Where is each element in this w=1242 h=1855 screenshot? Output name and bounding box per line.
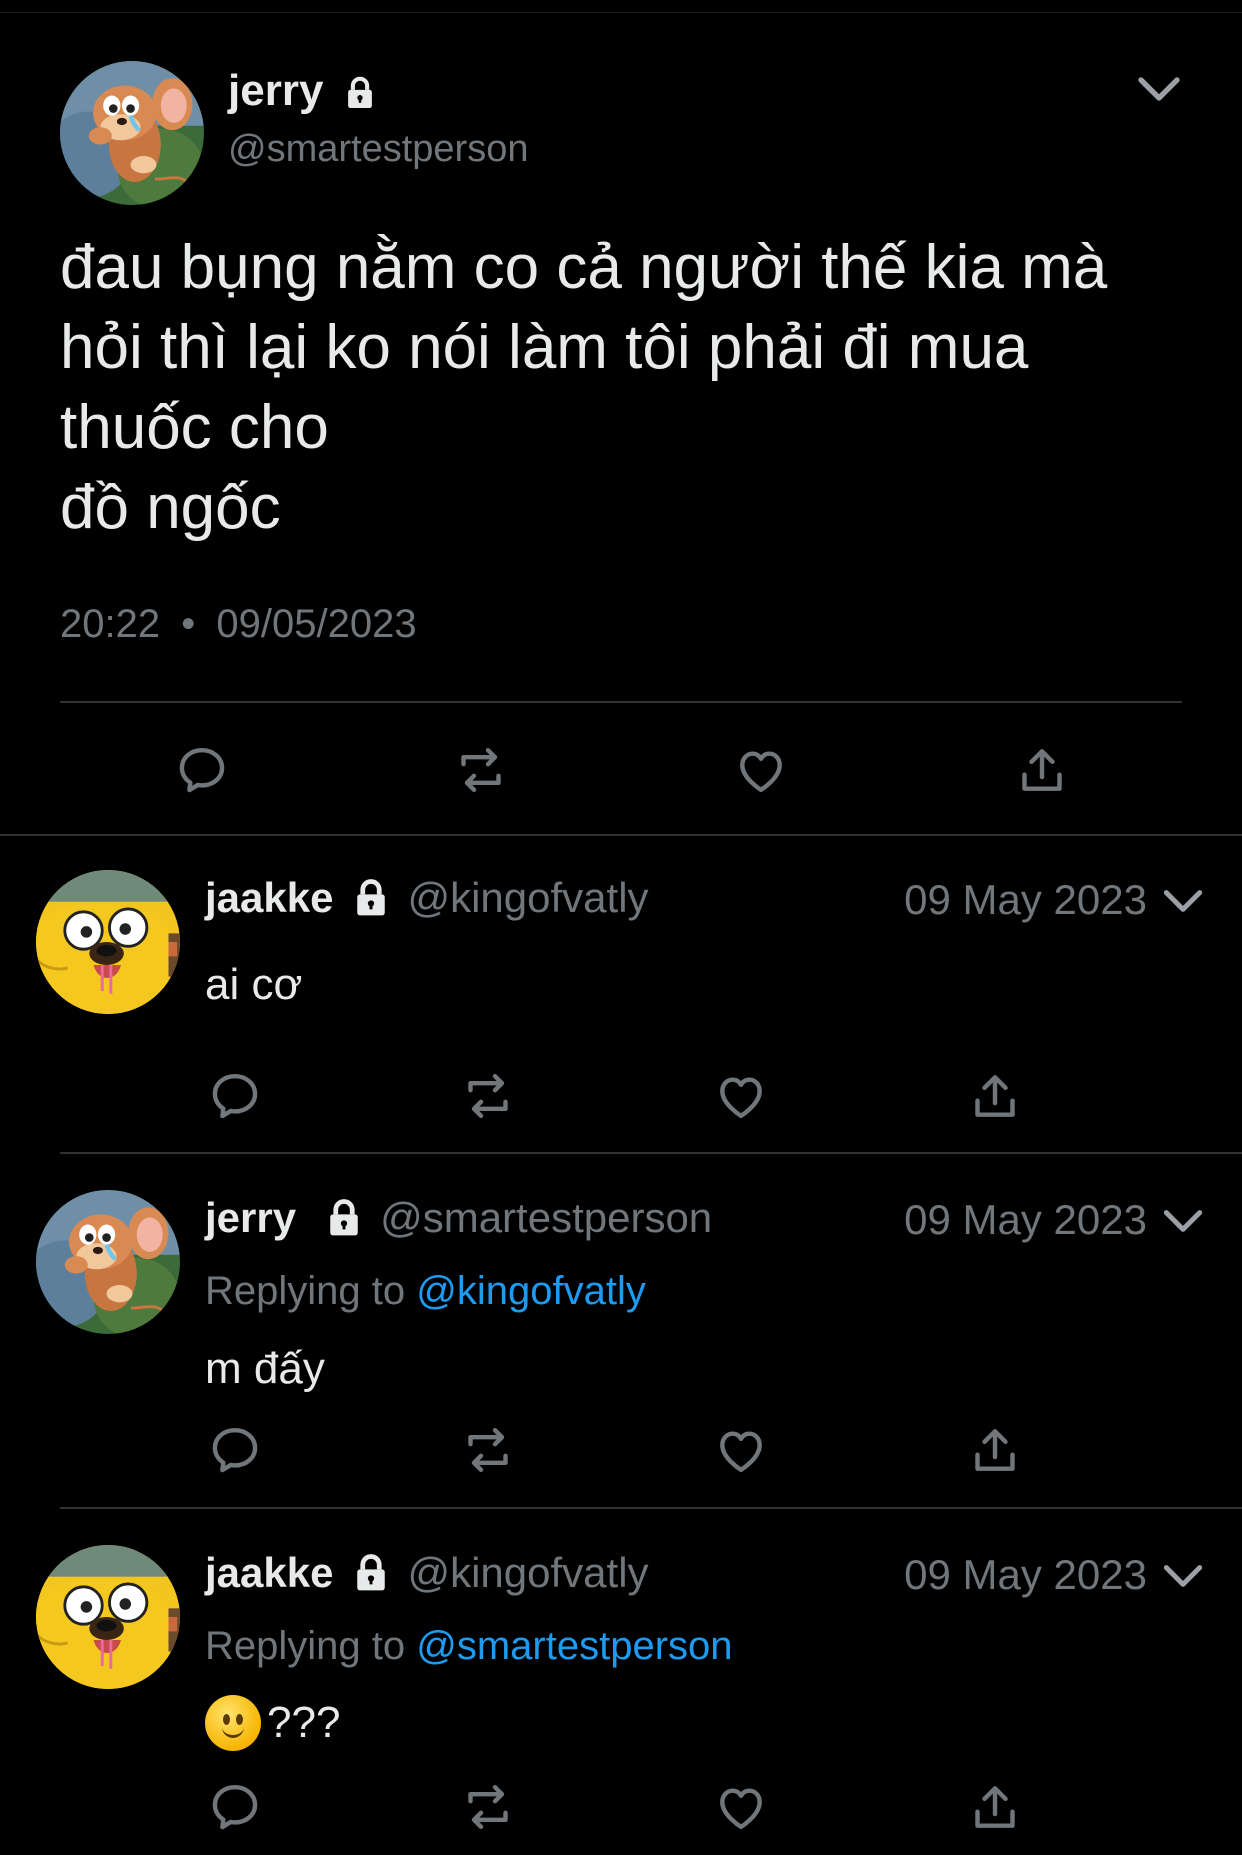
tweet-date: 09/05/2023 [216,602,417,646]
chevron-down-icon[interactable] [1158,876,1208,931]
divider [60,701,1182,703]
avatar[interactable] [36,870,180,1014]
lock-icon [349,1551,393,1595]
reply-text-content: ??? [267,1698,341,1747]
replying-to: Replying to @kingofvatly [205,1269,646,1314]
mention-link[interactable]: @kingofvatly [416,1269,646,1313]
replying-to: Replying to @smartestperson [205,1624,733,1669]
reply-text: ai cơ [205,960,303,1009]
replying-to-label: Replying to [205,1269,406,1313]
lock-icon [341,74,379,112]
reply-date[interactable]: 09 May 2023 [904,1196,1147,1244]
reply-header: jaakke @kingofvatly [205,874,649,922]
reply-tweet[interactable]: jaakke @kingofvatly 09 May 2023 ai cơ [0,834,1242,1154]
author-row: jerry [228,66,379,116]
reply-header: jaakke @kingofvatly [205,1549,649,1597]
reply-icon[interactable] [205,1777,265,1837]
heart-icon[interactable] [711,1777,771,1837]
retweet-icon[interactable] [458,1420,518,1480]
reply-actions [0,1420,1242,1480]
reply-text: ??? [205,1695,340,1751]
replying-to-label: Replying to [205,1624,406,1668]
heart-icon[interactable] [711,1420,771,1480]
slightly-smiling-face-icon [205,1695,261,1751]
author-handle[interactable]: @kingofvatly [407,1549,648,1597]
author-name[interactable]: jaakke [205,1549,333,1597]
share-icon[interactable] [965,1777,1025,1837]
lock-icon [322,1196,366,1240]
author-name[interactable]: jaakke [205,874,333,922]
share-icon[interactable] [965,1066,1025,1126]
reply-icon[interactable] [172,740,232,800]
author-handle[interactable]: @smartestperson [228,128,528,171]
reply-text: m đấy [205,1344,325,1393]
lock-icon [349,876,393,920]
reply-header: jerry @smartestperson [205,1194,712,1242]
reply-date[interactable]: 09 May 2023 [904,1551,1147,1599]
reply-actions [0,1066,1242,1126]
reply-tweet[interactable]: jaakke @kingofvatly 09 May 2023 Replying… [0,1509,1242,1855]
tweet-text: đau bụng nằm co cả người thế kia mà hỏi … [60,233,1108,542]
reply-date[interactable]: 09 May 2023 [904,876,1147,924]
author-handle[interactable]: @kingofvatly [407,874,648,922]
author-name[interactable]: jerry [228,66,323,116]
reply-icon[interactable] [205,1420,265,1480]
chevron-down-icon[interactable] [1132,62,1186,121]
author-handle[interactable]: @smartestperson [380,1194,712,1242]
timestamp-separator: • [181,602,196,646]
avatar[interactable] [36,1545,180,1689]
tweet-time: 20:22 [60,602,161,646]
avatar[interactable] [36,1190,180,1334]
tweet-actions [0,740,1242,800]
retweet-icon[interactable] [458,1777,518,1837]
chevron-down-icon[interactable] [1158,1196,1208,1251]
share-icon[interactable] [965,1420,1025,1480]
reply-tweet[interactable]: jerry @smartestperson 09 May 2023 Replyi… [0,1154,1242,1509]
reply-actions [0,1777,1242,1837]
share-icon[interactable] [1012,740,1072,800]
retweet-icon[interactable] [458,1066,518,1126]
author-name[interactable]: jerry [205,1194,296,1242]
main-tweet: jerry @smartestperson đau bụng nằm co cả… [0,0,1242,834]
chevron-down-icon[interactable] [1158,1551,1208,1606]
avatar[interactable] [60,61,204,205]
heart-icon[interactable] [731,740,791,800]
retweet-icon[interactable] [451,740,511,800]
heart-icon[interactable] [711,1066,771,1126]
tweet-timestamp[interactable]: 20:22 • 09/05/2023 [60,602,417,647]
reply-icon[interactable] [205,1066,265,1126]
mention-link[interactable]: @smartestperson [416,1624,732,1668]
